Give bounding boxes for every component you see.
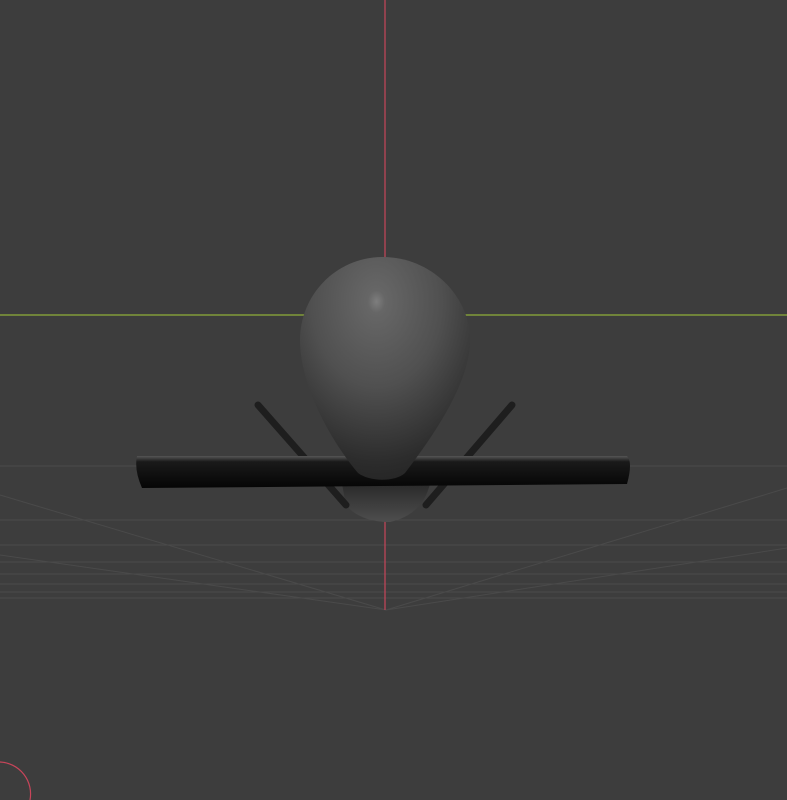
viewport-scene[interactable] [0, 0, 787, 800]
3d-viewport[interactable] [0, 0, 787, 800]
aircraft-model[interactable] [136, 257, 630, 522]
fuselage-body[interactable] [300, 257, 470, 480]
navigation-gizmo-ring[interactable] [0, 761, 32, 800]
lower-fuselage[interactable] [342, 484, 430, 522]
